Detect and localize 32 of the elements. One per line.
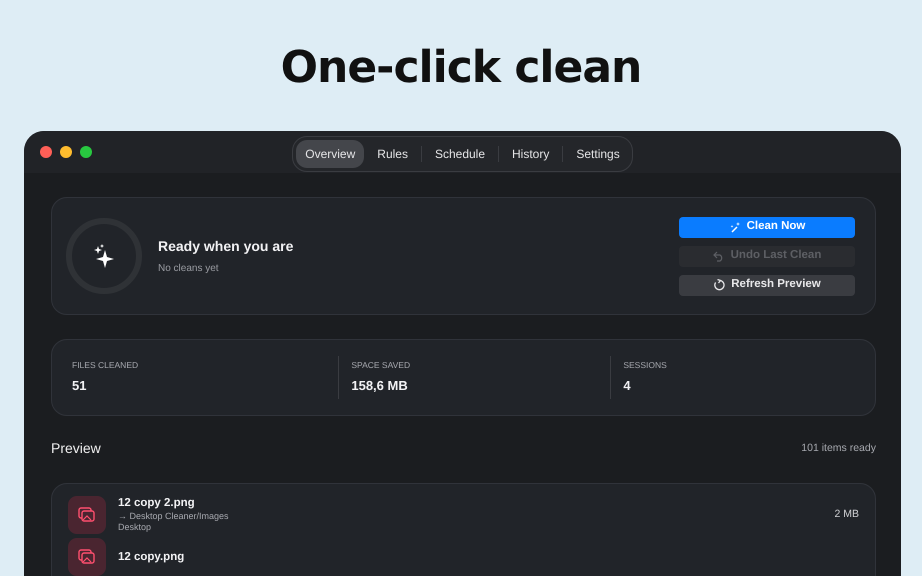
refresh-icon <box>713 279 726 291</box>
tab[interactable]: Rules <box>368 140 417 168</box>
sparkles-icon <box>93 244 115 268</box>
section-title: Preview <box>51 439 101 458</box>
tab[interactable]: Settings <box>567 140 629 168</box>
secondary-button[interactable]: Refresh Preview <box>679 274 855 296</box>
primary-button[interactable]: Clean Now <box>679 216 855 238</box>
image-file-icon <box>68 538 106 576</box>
file-source: Desktop <box>118 522 152 534</box>
image-file-icon <box>68 496 106 534</box>
file-destination: → Desktop Cleaner/Images <box>118 510 230 522</box>
stat-value: 158,6 MB <box>351 377 409 396</box>
item-count: 101 items ready <box>801 440 876 456</box>
stat-label: SPACE SAVED <box>351 359 412 372</box>
tab[interactable]: History <box>503 140 558 168</box>
stat-label: SESSIONS <box>623 359 668 372</box>
tab[interactable]: Schedule <box>426 140 494 168</box>
tab[interactable]: Overview <box>296 140 364 168</box>
undo-icon <box>712 250 725 262</box>
stat-value: 4 <box>623 377 632 396</box>
window-control[interactable] <box>60 146 72 158</box>
status-subtitle: No cleans yet <box>158 262 220 276</box>
stat-label: FILES CLEANED <box>72 359 140 372</box>
window-control[interactable] <box>80 146 92 158</box>
stat-value: 51 <box>72 377 88 396</box>
status-title: Ready when you are <box>158 237 294 256</box>
file-name: 12 copy 2.png <box>118 496 196 510</box>
headline: One-click clean <box>280 41 642 95</box>
file-name: 12 copy.png <box>118 550 186 564</box>
magic-wand-icon <box>728 222 741 232</box>
window-control[interactable] <box>40 146 52 158</box>
file-size: 2 MB <box>834 507 859 522</box>
